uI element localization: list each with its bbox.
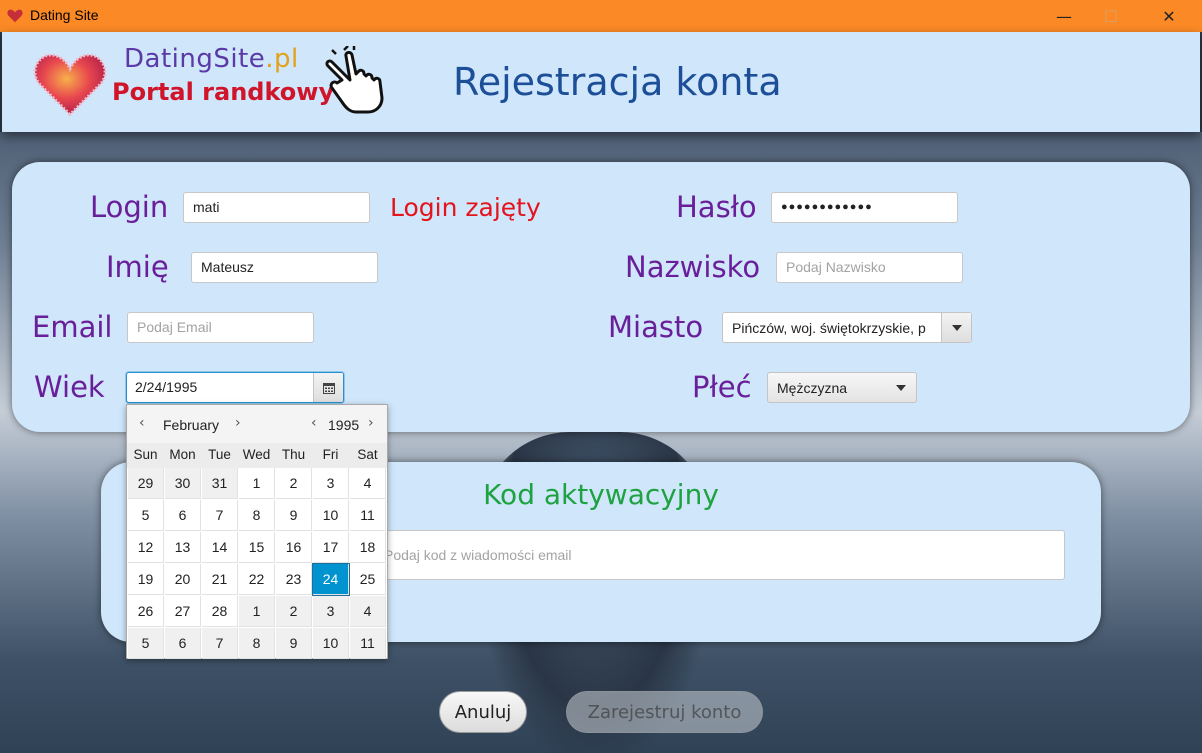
- chevron-down-icon: [896, 385, 906, 391]
- date-picker-weekdays: Sun Mon Tue Wed Thu Fri Sat: [127, 443, 387, 468]
- next-month-chevron-icon[interactable]: ›: [235, 415, 241, 431]
- chevron-down-icon: [951, 324, 962, 331]
- window-titlebar: Dating Site — ☐ ✕: [0, 0, 1202, 32]
- day-cell[interactable]: 28: [202, 596, 238, 627]
- age-date-input[interactable]: 2/24/1995: [126, 372, 344, 403]
- day-cell[interactable]: 11: [350, 500, 386, 531]
- day-cell[interactable]: 26: [128, 596, 164, 627]
- window-title: Dating Site: [30, 7, 99, 23]
- heart-logo-icon: [33, 53, 107, 117]
- weekday-header: Fri: [322, 447, 339, 462]
- maximize-button[interactable]: ☐: [1088, 0, 1134, 32]
- gender-value: Mężczyzna: [777, 380, 848, 396]
- day-cell[interactable]: 22: [239, 564, 275, 595]
- city-value: Pińczów, woj. świętokrzyskie, p: [732, 320, 926, 336]
- day-cell[interactable]: 3: [313, 468, 349, 499]
- date-picker-header: ‹ February › ‹ 1995 ›: [127, 405, 387, 443]
- weekday-header: Tue: [208, 447, 231, 462]
- brand-subtitle: Portal randkowy: [112, 78, 335, 106]
- date-picker-year: 1995: [328, 417, 360, 433]
- day-cell[interactable]: 27: [165, 596, 201, 627]
- close-button[interactable]: ✕: [1146, 0, 1192, 32]
- first-name-label: Imię: [106, 250, 169, 284]
- page-title: Rejestracja konta: [453, 60, 782, 104]
- cancel-button[interactable]: Anuluj: [439, 691, 527, 733]
- pointing-hand-icon: [325, 46, 384, 114]
- day-cell[interactable]: 4: [350, 596, 386, 627]
- day-cell[interactable]: 10: [313, 500, 349, 531]
- day-cell[interactable]: 19: [128, 564, 164, 595]
- day-cell[interactable]: 25: [350, 564, 386, 595]
- activation-code-input[interactable]: Podaj kod z wiadomości email: [371, 530, 1065, 580]
- city-label: Miasto: [608, 310, 704, 344]
- day-cell[interactable]: 5: [128, 628, 164, 659]
- day-cell[interactable]: 31: [202, 468, 238, 499]
- calendar-button[interactable]: [313, 373, 343, 402]
- day-cell[interactable]: 5: [128, 500, 164, 531]
- first-name-input[interactable]: Mateusz: [191, 252, 378, 283]
- day-cell[interactable]: 2: [276, 596, 312, 627]
- app-header: DatingSite.pl Portal randkowy Rejestracj…: [2, 32, 1200, 132]
- email-label: Email: [32, 310, 113, 344]
- previous-year-chevron-icon[interactable]: ‹: [311, 415, 317, 431]
- login-input[interactable]: mati: [183, 192, 370, 223]
- day-cell[interactable]: 21: [202, 564, 238, 595]
- day-cell[interactable]: 1: [239, 596, 275, 627]
- day-cell[interactable]: 11: [350, 628, 386, 659]
- weekday-header: Wed: [242, 447, 271, 462]
- weekday-header: Thu: [281, 447, 306, 462]
- previous-month-chevron-icon[interactable]: ‹: [139, 415, 145, 431]
- day-cell[interactable]: 10: [313, 628, 349, 659]
- day-cell[interactable]: 9: [276, 628, 312, 659]
- date-picker-popup: ‹ February › ‹ 1995 › Sun Mon Tue Wed Thu Fri…: [126, 404, 388, 659]
- login-label: Login: [90, 190, 169, 224]
- gender-label: Płeć: [692, 370, 752, 404]
- age-label: Wiek: [34, 370, 105, 404]
- email-input[interactable]: Podaj Email: [127, 312, 314, 343]
- gender-select[interactable]: Mężczyzna: [767, 372, 917, 403]
- day-cell[interactable]: 14: [202, 532, 238, 563]
- day-cell[interactable]: 15: [239, 532, 275, 563]
- day-cell[interactable]: 6: [165, 628, 201, 659]
- password-input[interactable]: ●●●●●●●●●●●●: [771, 192, 958, 223]
- date-picker-month: February: [163, 417, 220, 433]
- last-name-label: Nazwisko: [625, 250, 761, 284]
- day-cell[interactable]: 13: [165, 532, 201, 563]
- login-error-message: Login zajęty: [390, 193, 541, 222]
- register-button[interactable]: Zarejestruj konto: [566, 691, 763, 733]
- selected-day-cell[interactable]: 24: [312, 563, 350, 596]
- day-cell[interactable]: 12: [128, 532, 164, 563]
- age-date-value: 2/24/1995: [135, 379, 198, 395]
- day-cell[interactable]: 20: [165, 564, 201, 595]
- city-combobox[interactable]: Pińczów, woj. świętokrzyskie, p: [722, 312, 972, 343]
- day-cell[interactable]: 1: [239, 468, 275, 499]
- city-dropdown-button[interactable]: [941, 313, 971, 342]
- day-cell[interactable]: 8: [239, 500, 275, 531]
- day-cell[interactable]: 16: [276, 532, 312, 563]
- day-cell[interactable]: 6: [165, 500, 201, 531]
- next-year-chevron-icon[interactable]: ›: [368, 415, 374, 431]
- day-cell[interactable]: 4: [350, 468, 386, 499]
- day-cell[interactable]: 7: [202, 628, 238, 659]
- registration-form-panel: Login mati Login zajęty Hasło ●●●●●●●●●●…: [12, 162, 1190, 432]
- password-label: Hasło: [676, 190, 757, 224]
- day-cell[interactable]: 30: [165, 468, 201, 499]
- day-cell[interactable]: 8: [239, 628, 275, 659]
- brand-name: DatingSite.pl: [124, 44, 299, 74]
- day-cell[interactable]: 23: [276, 564, 312, 595]
- day-cell[interactable]: 18: [350, 532, 386, 563]
- day-cell[interactable]: 7: [202, 500, 238, 531]
- day-cell[interactable]: 9: [276, 500, 312, 531]
- calendar-icon: [322, 382, 335, 394]
- day-cell[interactable]: 29: [128, 468, 164, 499]
- day-cell[interactable]: 17: [313, 532, 349, 563]
- last-name-input[interactable]: Podaj Nazwisko: [776, 252, 963, 283]
- day-cell[interactable]: 2: [276, 468, 312, 499]
- weekday-header: Mon: [169, 447, 196, 462]
- day-cell[interactable]: 3: [313, 596, 349, 627]
- weekday-header: Sat: [357, 447, 378, 462]
- heart-app-icon: [7, 9, 23, 23]
- minimize-button[interactable]: —: [1041, 0, 1087, 32]
- weekday-header: Sun: [133, 447, 158, 462]
